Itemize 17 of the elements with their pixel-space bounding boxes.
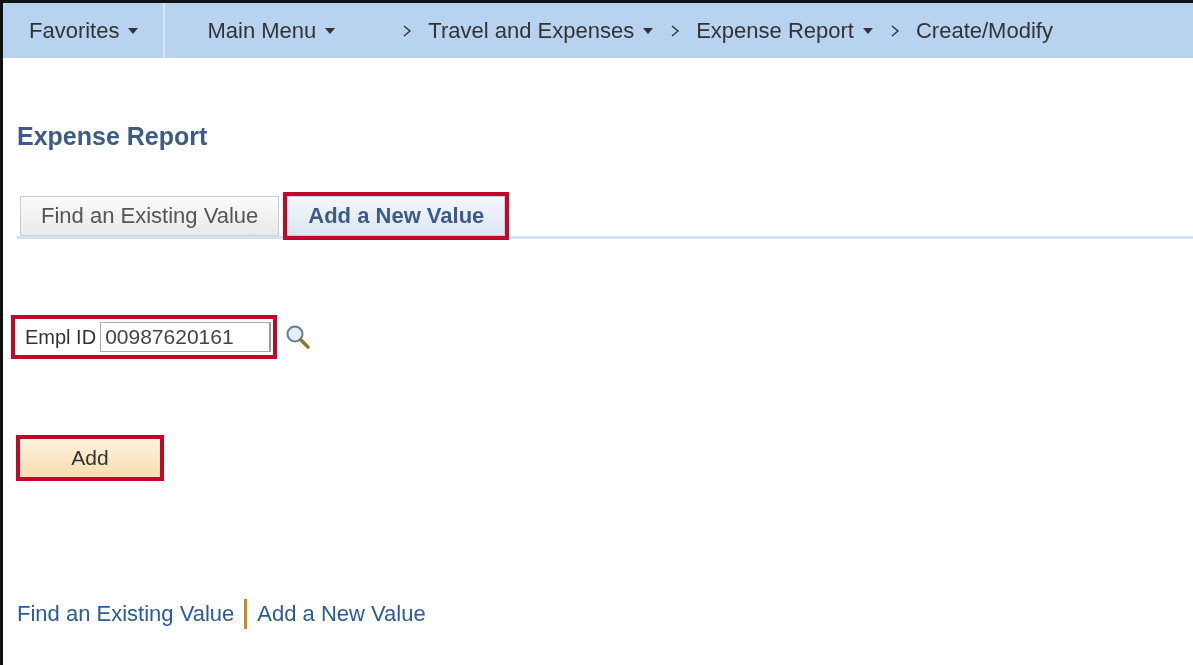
empl-id-field[interactable]: 00987620161: [100, 322, 272, 352]
caret-icon: [861, 26, 874, 35]
nav-menu-item[interactable]: Main Menu: [197, 3, 347, 58]
link[interactable]: Add a New Value: [257, 601, 426, 627]
nav-menu-item[interactable]: Expense Report: [686, 3, 884, 58]
search-icon[interactable]: [285, 324, 312, 350]
page-title: Expense Report: [17, 122, 209, 152]
field-label: Empl ID: [25, 325, 97, 349]
caret-icon: [642, 26, 655, 35]
caret-icon: [127, 26, 140, 35]
link[interactable]: Find an Existing Value: [17, 601, 235, 627]
caret-icon: [324, 26, 337, 35]
nav-menu-item[interactable]: Travel and Expenses: [418, 3, 665, 58]
tab[interactable]: Find an Existing Value: [20, 196, 280, 236]
nav-menu-item[interactable]: Create/Modify: [905, 3, 1063, 58]
add-button[interactable]: Add: [16, 435, 164, 481]
nav-menu-item[interactable]: Favorites: [3, 3, 164, 58]
